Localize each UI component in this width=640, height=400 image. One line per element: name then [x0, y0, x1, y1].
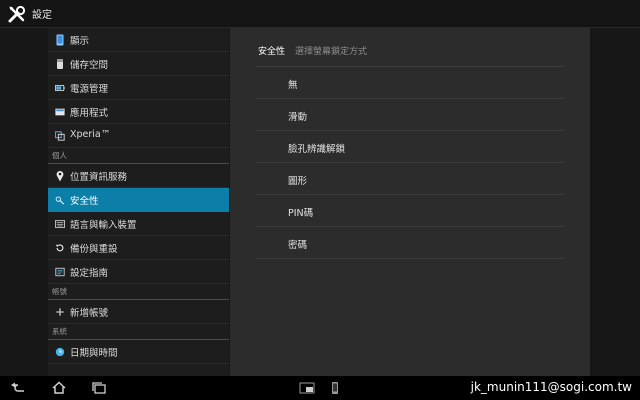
system-nav-bar: jk_munin111@sogi.com.tw: [0, 376, 640, 400]
sidebar-item-language[interactable]: 語言與輸入裝置: [48, 212, 229, 236]
sidebar-item-label: 新增帳號: [70, 308, 109, 319]
sidebar-item-display[interactable]: 顯示: [48, 28, 229, 52]
sidebar-item-security[interactable]: 安全性: [48, 188, 229, 212]
sidebar-item-label: 設定指南: [70, 268, 109, 279]
clock-icon: [55, 347, 65, 357]
sidebar-item-power[interactable]: 電源管理: [48, 76, 229, 100]
sidebar-item-add-account[interactable]: 新增帳號: [48, 300, 229, 324]
sidebar-item-label: 語言與輸入裝置: [70, 220, 137, 231]
guide-icon: [55, 267, 65, 277]
sidebar-item-label: 電源管理: [70, 84, 109, 95]
battery-icon: [55, 85, 65, 91]
section-header-accounts: 帳號: [48, 284, 229, 300]
sidebar-item-label: Xperia™: [70, 129, 111, 140]
sidebar-item-apps[interactable]: 應用程式: [48, 100, 229, 124]
watermark: jk_munin111@sogi.com.tw: [470, 380, 632, 394]
lock-option-face-unlock[interactable]: 臉孔辨識解鎖: [256, 131, 564, 163]
sidebar-item-label: 備份與重設: [70, 244, 118, 255]
lock-option-pattern[interactable]: 圖形: [256, 163, 564, 195]
keyboard-icon: [55, 220, 65, 228]
location-icon: [56, 170, 64, 182]
sidebar-item-label: 位置資訊服務: [70, 172, 128, 183]
lock-icon: [55, 196, 65, 205]
option-label: 無: [288, 80, 298, 91]
lock-option-password[interactable]: 密碼: [256, 227, 564, 259]
recent-apps-icon[interactable]: [88, 380, 110, 396]
action-bar: 設定: [0, 0, 640, 28]
sidebar-item-date-time[interactable]: 日期與時間: [48, 340, 229, 364]
small-app-icon[interactable]: [296, 380, 318, 396]
screen-lock-panel: 安全性 選擇螢幕鎖定方式 無 滑動 臉孔辨識解鎖 圖形 PIN碼 密碼: [230, 28, 590, 376]
option-label: 密碼: [288, 240, 308, 251]
sidebar-item-backup[interactable]: 備份與重設: [48, 236, 229, 260]
plus-icon: [56, 308, 64, 316]
display-icon: [56, 34, 64, 46]
option-label: PIN碼: [288, 208, 314, 219]
sidebar-item-label: 顯示: [70, 36, 90, 47]
panel-title: 安全性: [258, 47, 286, 57]
section-header-personal: 個人: [48, 148, 229, 164]
home-icon[interactable]: [48, 380, 70, 396]
section-header-system: 系統: [48, 324, 229, 340]
sidebar-item-location[interactable]: 位置資訊服務: [48, 164, 229, 188]
option-label: 滑動: [288, 112, 308, 123]
sidebar-item-xperia[interactable]: Xperia™: [48, 124, 229, 148]
sidebar-item-label: 安全性: [70, 196, 99, 207]
option-label: 臉孔辨識解鎖: [288, 144, 346, 155]
lock-option-pin[interactable]: PIN碼: [256, 195, 564, 227]
backup-icon: [55, 244, 64, 252]
page-title: 設定: [32, 10, 52, 21]
apps-icon: [55, 108, 65, 116]
lock-option-none[interactable]: 無: [256, 67, 564, 99]
lock-option-slide[interactable]: 滑動: [256, 99, 564, 131]
sidebar-item-label: 儲存空間: [70, 60, 109, 71]
sidebar-item-label: 日期與時間: [70, 348, 118, 359]
phone-app-icon[interactable]: [324, 380, 346, 396]
option-label: 圖形: [288, 176, 308, 187]
back-icon[interactable]: [8, 380, 30, 396]
sidebar-item-storage[interactable]: 儲存空間: [48, 52, 229, 76]
tools-icon[interactable]: [7, 4, 27, 24]
settings-sidebar: 顯示 儲存空間 電源管理 應用程式 Xperia™ 個人 位置資訊服務 安全性 …: [48, 28, 229, 376]
sidebar-item-label: 應用程式: [70, 108, 109, 119]
panel-subtitle: 選擇螢幕鎖定方式: [295, 47, 368, 57]
storage-icon: [57, 59, 63, 69]
xperia-icon: [55, 131, 65, 141]
sidebar-item-setup-guide[interactable]: 設定指南: [48, 260, 229, 284]
